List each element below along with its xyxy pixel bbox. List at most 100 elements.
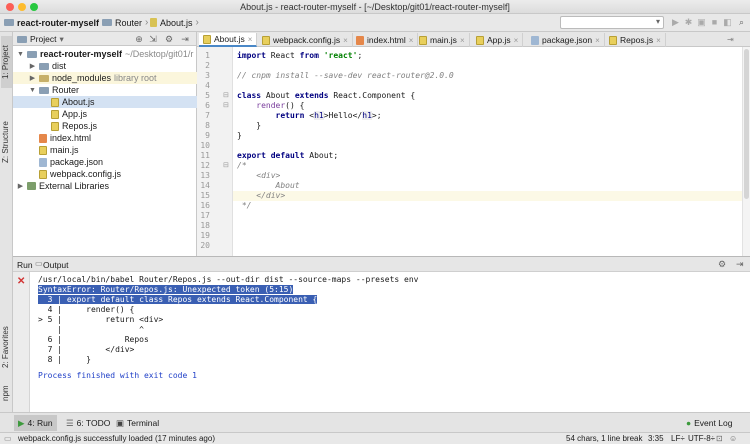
lock-icon[interactable]: ⊡ (716, 434, 723, 443)
debug-icon[interactable]: ✱ (684, 18, 693, 27)
editor-tab-bar: About.js × webpack.config.js × index.htm… (197, 32, 750, 47)
favorites-tool-tab[interactable]: 2: Favorites (1, 320, 12, 374)
tree-item-label: package.json (50, 157, 104, 167)
line-number: 14 (200, 181, 210, 190)
line-number: 6 (205, 101, 210, 110)
tab-run[interactable]: ▶ 4: Run (14, 415, 57, 431)
coverage-icon[interactable]: ▣ (697, 18, 706, 27)
stop-icon[interactable]: ■ (710, 18, 719, 27)
breadcrumb-label: Router (115, 17, 143, 28)
tree-item-about-js[interactable]: About.js (13, 96, 197, 108)
gear-icon[interactable]: ⚙ (718, 259, 726, 270)
close-icon[interactable]: × (248, 35, 253, 44)
inspector-icon[interactable]: ☺ (729, 434, 737, 443)
tab-event-log[interactable]: ● Event Log (682, 415, 736, 431)
tab-main-js[interactable]: main.js × (415, 33, 470, 47)
close-icon[interactable]: ✕ (17, 276, 25, 287)
tree-item-external-libraries[interactable]: ▶ External Libraries (13, 180, 197, 192)
breadcrumb-project[interactable]: react-router-myself › (4, 17, 105, 28)
close-icon[interactable]: × (514, 36, 519, 45)
status-indicator-icon[interactable]: ▭ (4, 434, 12, 443)
close-icon[interactable]: × (656, 36, 661, 45)
navigation-bar: react-router-myself › Router › About.js … (0, 14, 750, 32)
expand-arrow-icon[interactable]: ▶ (29, 62, 36, 70)
tree-item-dist[interactable]: ▶ dist (13, 60, 197, 72)
js-file-icon (39, 169, 47, 179)
expand-arrow-icon[interactable]: ▼ (17, 51, 24, 58)
tab-about-js[interactable]: About.js × (199, 33, 258, 47)
code-line: import React from 'react'; (237, 51, 363, 60)
tab-app-js[interactable]: App.js × (472, 33, 524, 47)
tree-item-index-html[interactable]: index.html (13, 132, 197, 144)
js-file-icon (51, 109, 59, 119)
tab-index-html[interactable]: index.html × (352, 33, 419, 47)
tree-item-main-js[interactable]: main.js (13, 144, 197, 156)
caret-position[interactable]: 3:35 (648, 434, 664, 443)
tree-item-package-json[interactable]: package.json (13, 156, 197, 168)
error-code-line: > 5 | return <div> (38, 315, 164, 324)
chevron-down-icon: ▾ (655, 17, 660, 26)
project-view-select[interactable]: Project ▾ (17, 34, 64, 44)
error-code-line: | ^ (38, 325, 144, 334)
close-icon[interactable]: × (595, 36, 600, 45)
run-panel-header: Run ▭ Output ⚙ ⇥ (13, 256, 750, 272)
line-number: 8 (205, 121, 210, 130)
tree-item-project-root[interactable]: ▼ react-router-myself ~/Desktop/git01/r (13, 48, 197, 60)
code-line: */ (237, 201, 252, 210)
console-output[interactable]: /usr/local/bin/babel Router/Repos.js --o… (30, 272, 750, 412)
tab-webpack-config[interactable]: webpack.config.js × (258, 33, 353, 47)
fold-marker-icon[interactable]: ⊟ (223, 91, 229, 99)
encoding-select[interactable]: UTF-8÷ (688, 434, 715, 443)
run-configuration-select[interactable]: ▾ (560, 16, 664, 29)
code-line: About (237, 181, 300, 190)
project-tool-tab[interactable]: 1: Project (1, 36, 12, 88)
vcs-icon[interactable]: ◧ (723, 18, 732, 27)
npm-tool-tab[interactable]: npm (1, 382, 12, 404)
search-icon[interactable]: ⌕ (737, 18, 746, 27)
close-icon[interactable]: × (409, 36, 414, 45)
breadcrumb-separator: › (145, 17, 149, 28)
tree-item-webpack-config[interactable]: webpack.config.js (13, 168, 197, 180)
tree-item-router[interactable]: ▼ Router (13, 84, 197, 96)
collapse-all-icon[interactable]: ⇲ (148, 34, 158, 44)
code-line: <div> (237, 171, 281, 180)
tab-todo[interactable]: ☰ 6: TODO (62, 415, 114, 431)
fold-marker-icon[interactable]: ⊟ (223, 101, 229, 109)
editor-scrollbar[interactable] (742, 47, 750, 256)
close-icon[interactable]: × (460, 36, 465, 45)
structure-tool-tab[interactable]: Z: Structure (1, 112, 12, 172)
line-separator-select[interactable]: LF÷ (671, 434, 685, 443)
gear-icon[interactable]: ⚙ (164, 34, 174, 44)
tree-item-repos-js[interactable]: Repos.js (13, 120, 197, 132)
js-file-icon (150, 18, 157, 27)
hide-panel-icon[interactable]: ⇥ (180, 34, 190, 44)
close-icon[interactable]: × (343, 36, 348, 45)
tab-terminal[interactable]: ▣ Terminal (112, 415, 163, 431)
code-line: return <h1>Hello</h1>; (275, 111, 382, 120)
json-file-icon (531, 35, 539, 45)
breadcrumb-file[interactable]: About.js › (150, 17, 199, 28)
line-number: 3 (205, 71, 210, 80)
tree-item-label: main.js (50, 145, 79, 155)
hide-panel-icon[interactable]: ⇥ (736, 259, 744, 270)
js-file-icon (609, 35, 617, 45)
run-icon[interactable]: ▶ (671, 18, 680, 27)
code-editor[interactable]: import React from 'react'; // cnpm insta… (233, 47, 742, 256)
left-tool-stripe: 1: Project Z: Structure 2: Favorites npm (0, 32, 13, 412)
tab-output[interactable]: Output (43, 260, 69, 270)
error-code-line: 4 | render() { (38, 305, 135, 314)
tree-item-app-js[interactable]: App.js (13, 108, 197, 120)
fold-marker-icon[interactable]: ⊟ (223, 161, 229, 169)
tab-list-icon[interactable]: ⇥ (727, 35, 734, 44)
breadcrumb-router[interactable]: Router › (102, 17, 148, 28)
tree-item-node-modules[interactable]: ▶ node_modules library root (13, 72, 197, 84)
expand-arrow-icon[interactable]: ▶ (29, 74, 36, 82)
locate-icon[interactable]: ⊕ (134, 34, 144, 44)
tab-repos-js[interactable]: Repos.js × (605, 33, 666, 47)
code-line: /* (237, 161, 247, 170)
code-line: export default About; (237, 151, 339, 160)
tab-package-json[interactable]: package.json × (527, 33, 605, 47)
expand-arrow-icon[interactable]: ▼ (29, 87, 36, 94)
expand-arrow-icon[interactable]: ▶ (17, 182, 24, 190)
scrollbar-thumb[interactable] (744, 49, 749, 199)
